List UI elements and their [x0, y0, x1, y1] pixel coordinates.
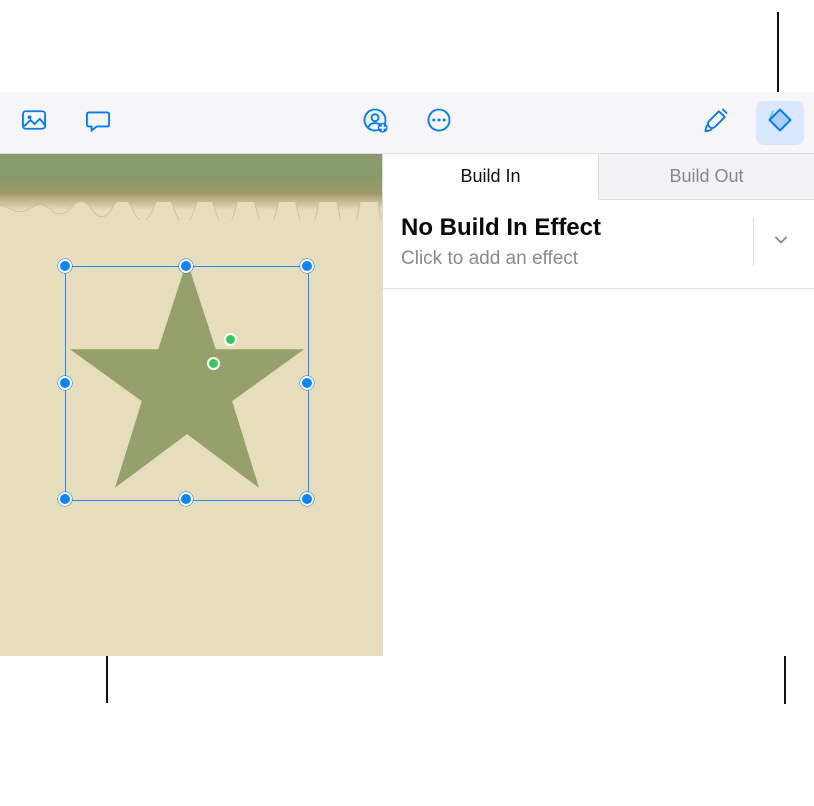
paintbrush-icon: [702, 106, 730, 139]
resize-handle-se[interactable]: [300, 492, 314, 506]
content-area: Build In Build Out No Build In Effect Cl…: [0, 154, 814, 656]
resize-handle-sw[interactable]: [58, 492, 72, 506]
resize-handle-nw[interactable]: [58, 259, 72, 273]
person-plus-icon: [361, 106, 389, 139]
chevron-down-icon: [771, 230, 791, 255]
effect-subtitle: Click to add an effect: [401, 248, 741, 270]
ellipsis-circle-icon: [425, 106, 453, 139]
resize-handle-e[interactable]: [300, 376, 314, 390]
slide-canvas[interactable]: [0, 154, 382, 656]
animate-inspector: Build In Build Out No Build In Effect Cl…: [382, 154, 814, 656]
tab-build-out[interactable]: Build Out: [599, 154, 814, 199]
collaborate-button[interactable]: [351, 101, 399, 145]
format-button[interactable]: [692, 101, 740, 145]
app-frame: Build In Build Out No Build In Effect Cl…: [0, 92, 814, 806]
effect-picker[interactable]: No Build In Effect Click to add an effec…: [383, 200, 814, 289]
effect-text: No Build In Effect Click to add an effec…: [401, 214, 741, 270]
tab-build-in[interactable]: Build In: [383, 154, 599, 199]
effect-title: No Build In Effect: [401, 214, 741, 242]
build-tabs: Build In Build Out: [383, 154, 814, 200]
selection-box[interactable]: [65, 266, 309, 501]
comment-button[interactable]: [74, 101, 122, 145]
tab-label: Build In: [460, 166, 520, 187]
callout-line-top: [777, 12, 779, 92]
divider: [753, 218, 754, 266]
effect-disclosure[interactable]: [766, 230, 796, 255]
resize-handle-ne[interactable]: [300, 259, 314, 273]
comment-icon: [84, 106, 112, 139]
tab-label: Build Out: [669, 166, 743, 187]
animate-icon: [766, 106, 794, 139]
toolbar: [0, 92, 814, 154]
image-icon: [20, 106, 48, 139]
shape-point-handle-outer[interactable]: [224, 333, 237, 346]
shape-point-handle-inner[interactable]: [207, 357, 220, 370]
animate-button[interactable]: [756, 101, 804, 145]
resize-handle-s[interactable]: [179, 492, 193, 506]
more-button[interactable]: [415, 101, 463, 145]
resize-handle-n[interactable]: [179, 259, 193, 273]
torn-paper-edge: [0, 202, 382, 220]
media-button[interactable]: [10, 101, 58, 145]
resize-handle-w[interactable]: [58, 376, 72, 390]
